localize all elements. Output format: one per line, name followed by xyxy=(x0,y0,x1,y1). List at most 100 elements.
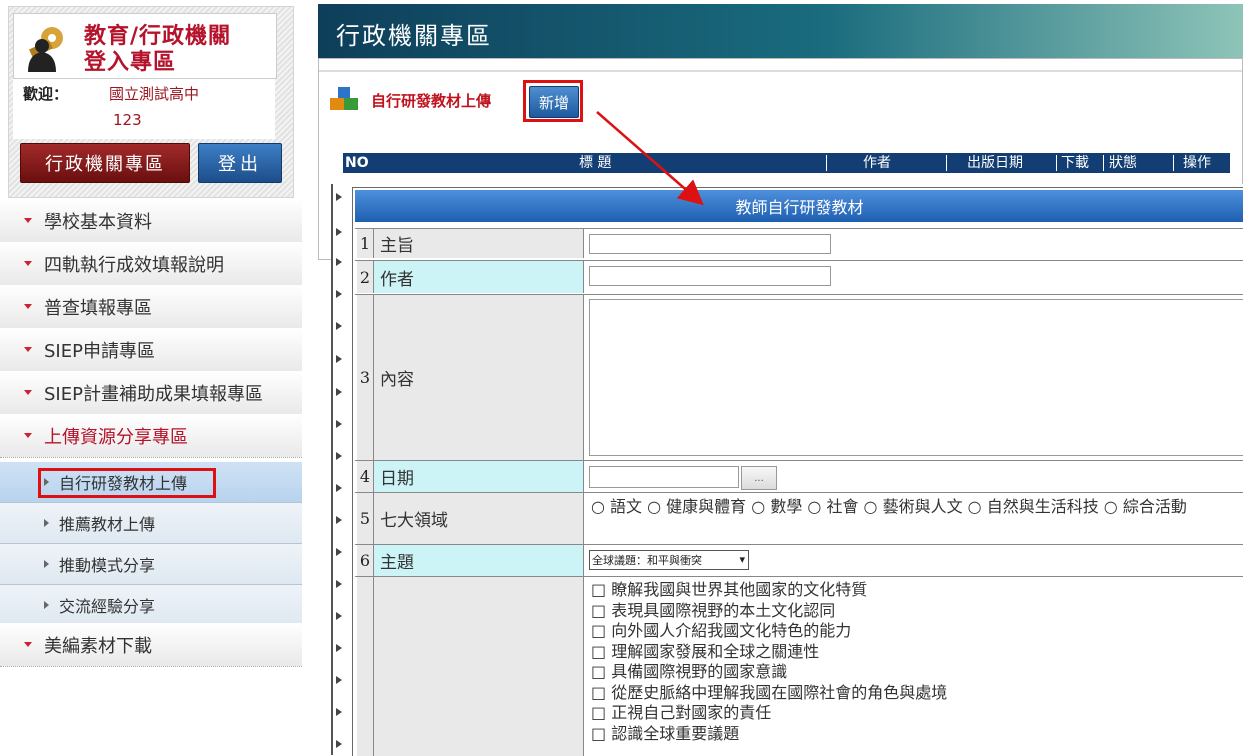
form-row-content: 3 內容 xyxy=(355,294,1243,460)
menu-item-siep-apply[interactable]: SIEP申請專區 xyxy=(0,328,302,372)
arrow-right-icon xyxy=(336,193,342,201)
form-row-date: 4 日期 ... xyxy=(355,460,1243,492)
menu-item-resource-share[interactable]: 上傳資源分享專區 xyxy=(0,414,302,458)
menu-item-design-download[interactable]: 美編素材下載 xyxy=(0,623,302,667)
date-picker-button[interactable]: ... xyxy=(741,466,777,490)
arrow-right-icon xyxy=(336,388,342,396)
arrow-right-icon xyxy=(336,676,342,684)
col-status: 狀態 xyxy=(1109,155,1137,171)
arrow-right-icon xyxy=(336,740,342,748)
arrow-right-icon xyxy=(336,516,342,524)
bullet-icon xyxy=(24,390,32,395)
sub-item-model-share[interactable]: 推動模式分享 xyxy=(0,544,302,585)
arrow-right-icon xyxy=(336,484,342,492)
content-textarea[interactable] xyxy=(589,299,1243,456)
arrow-right-icon xyxy=(336,452,342,460)
col-download: 下載 xyxy=(1061,155,1089,171)
menu-item-census[interactable]: 普查填報專區 xyxy=(0,285,302,329)
row-number: 1 xyxy=(357,229,374,258)
col-separator xyxy=(946,155,947,171)
field-value: □ 瞭解我國與世界其他國家的文化特質 □ 表現具國際視野的本土文化認同 □ 向外… xyxy=(585,577,1243,756)
menu-item-label: SIEP計畫補助成果填報專區 xyxy=(44,383,263,405)
menu-item-label: 上傳資源分享專區 xyxy=(44,426,188,448)
key-user-icon xyxy=(28,27,63,72)
list-header: NO 標 題 作者 出版日期 下載 狀態 操作 xyxy=(343,153,1230,173)
arrow-right-icon xyxy=(336,290,342,298)
subject-input[interactable] xyxy=(589,234,831,254)
menu-item-label: 普查填報專區 xyxy=(44,297,152,319)
col-action: 操作 xyxy=(1183,155,1211,171)
checkbox-list: □ 瞭解我國與世界其他國家的文化特質 □ 表現具國際視野的本土文化認同 □ 向外… xyxy=(591,580,947,744)
sub-item-label: 推薦教材上傳 xyxy=(59,515,156,534)
field-value: ... xyxy=(585,461,1243,492)
row-number: 5 xyxy=(357,493,374,544)
login-title-area: 教育/行政機關 登入專區 xyxy=(13,13,277,79)
topic-select[interactable]: 全球議題：和平與衝突 ▾ xyxy=(589,550,749,570)
header-bar: 行政機關專區 xyxy=(318,4,1243,58)
date-input[interactable] xyxy=(589,466,739,488)
form-table: 教師自行研發教材 1 主旨 2 作者 3 內容 4 日期 ... 5 七大領域 xyxy=(352,187,1243,756)
checkbox-item[interactable]: □ 瞭解我國與世界其他國家的文化特質 xyxy=(591,580,947,601)
checkbox-item[interactable]: □ 從歷史脈絡中理解我國在國際社會的角色與處境 xyxy=(591,683,947,704)
checkbox-item[interactable]: □ 正視自己對國家的責任 xyxy=(591,703,947,724)
menu-item-school-basic[interactable]: 學校基本資料 xyxy=(0,199,302,243)
arrow-right-icon xyxy=(336,322,342,330)
arrow-right-icon xyxy=(336,228,342,236)
menu-item-label: SIEP申請專區 xyxy=(44,340,155,362)
chevron-down-icon: ▾ xyxy=(739,553,745,566)
arrow-right-icon xyxy=(336,548,342,556)
arrow-right-icon xyxy=(336,708,342,716)
bullet-icon xyxy=(24,304,32,309)
col-date: 出版日期 xyxy=(967,155,1023,171)
blocks-icon xyxy=(330,87,358,110)
menu-item-label: 四軌執行成效填報說明 xyxy=(44,254,224,276)
form-row-subject: 1 主旨 xyxy=(355,228,1243,258)
sub-item-experience-share[interactable]: 交流經驗分享 xyxy=(0,585,302,626)
menu-item-four-track[interactable]: 四軌執行成效填報說明 xyxy=(0,242,302,286)
arrow-right-icon xyxy=(336,420,342,428)
arrow-right-icon xyxy=(336,580,342,588)
menu-item-siep-results[interactable]: SIEP計畫補助成果填報專區 xyxy=(0,371,302,415)
divider xyxy=(319,70,1242,72)
arrow-right-icon xyxy=(44,601,49,609)
field-value xyxy=(585,229,1243,258)
sub-item-self-developed-upload[interactable]: 自行研發教材上傳 xyxy=(0,462,302,503)
sub-item-recommended-upload[interactable]: 推薦教材上傳 xyxy=(0,503,302,544)
arrow-right-icon xyxy=(336,258,342,266)
topic-selected-value: 全球議題：和平與衝突 xyxy=(592,554,702,567)
bullet-icon xyxy=(24,642,32,647)
add-new-button[interactable]: 新增 xyxy=(529,86,579,118)
sub-item-label: 自行研發教材上傳 xyxy=(59,474,188,493)
row-number xyxy=(357,577,374,756)
form-row-author: 2 作者 xyxy=(355,260,1243,293)
sub-item-label: 推動模式分享 xyxy=(59,556,156,575)
form-row-domains: 5 七大領域 ○ 語文 ○ 健康與體育 ○ 數學 ○ 社會 ○ 藝術與人文 ○ … xyxy=(355,492,1243,544)
arrow-right-icon xyxy=(336,644,342,652)
field-value xyxy=(585,295,1243,460)
section-title: 自行研發教材上傳 xyxy=(371,92,492,110)
field-value: ○ 語文 ○ 健康與體育 ○ 數學 ○ 社會 ○ 藝術與人文 ○ 自然與生活科技… xyxy=(585,493,1243,544)
row-number: 2 xyxy=(357,261,374,293)
checkbox-item[interactable]: □ 理解國家發展和全球之關連性 xyxy=(591,642,947,663)
arrow-right-icon xyxy=(44,560,49,568)
welcome-label: 歡迎： xyxy=(23,85,69,103)
domain-radio-group[interactable]: ○ 語文 ○ 健康與體育 ○ 數學 ○ 社會 ○ 藝術與人文 ○ 自然與生活科技… xyxy=(591,497,1238,517)
col-no: NO xyxy=(345,155,369,171)
bullet-icon xyxy=(24,261,32,266)
admin-zone-button[interactable]: 行政機關專區 xyxy=(20,143,190,183)
school-name: 國立測試高中 xyxy=(109,85,200,103)
logout-button[interactable]: 登出 xyxy=(198,143,282,183)
col-author: 作者 xyxy=(863,155,891,171)
field-label: 主旨 xyxy=(374,229,584,258)
checkbox-item[interactable]: □ 具備國際視野的國家意識 xyxy=(591,662,947,683)
checkbox-item[interactable]: □ 認識全球重要議題 xyxy=(591,724,947,745)
checkbox-item[interactable]: □ 向外國人介紹我國文化特色的能力 xyxy=(591,621,947,642)
arrow-right-icon xyxy=(336,355,342,363)
menu-item-label: 學校基本資料 xyxy=(44,211,152,233)
col-separator xyxy=(1056,155,1057,171)
field-label: 作者 xyxy=(374,261,584,293)
checkbox-item[interactable]: □ 表現具國際視野的本土文化認同 xyxy=(591,601,947,622)
col-separator xyxy=(1103,155,1104,171)
login-title-line2: 登入專區 xyxy=(84,50,177,75)
author-input[interactable] xyxy=(589,266,831,286)
